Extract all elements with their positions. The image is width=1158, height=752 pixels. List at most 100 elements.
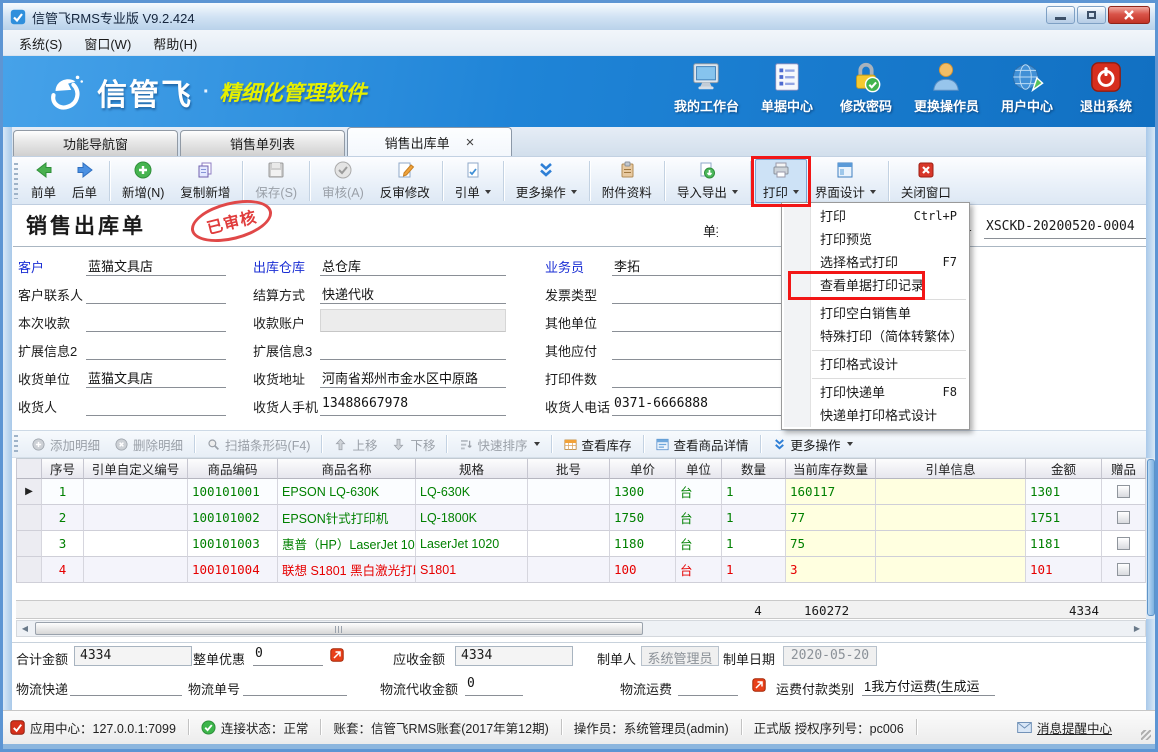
cell-unit[interactable]: 台 <box>676 505 722 531</box>
vertical-scrollbar[interactable] <box>1146 458 1156 619</box>
table-row[interactable]: 3100101003惠普（HP）LaserJet 1020LaserJet 10… <box>16 531 1146 557</box>
receipt-account-field[interactable] <box>320 309 506 332</box>
cell-batch[interactable] <box>528 479 610 505</box>
order-discount-calc-button[interactable] <box>330 648 344 662</box>
view-stock-button[interactable]: 查看库存 <box>556 433 639 456</box>
logistics-no-field[interactable] <box>243 673 347 696</box>
cell-ref_info[interactable] <box>876 557 1026 583</box>
menuitem-express-format-design[interactable]: 快递单打印格式设计 <box>782 404 969 427</box>
column-header-amount[interactable]: 金额 <box>1026 458 1102 479</box>
cell-price[interactable]: 100 <box>610 557 676 583</box>
table-row[interactable]: 4100101004联想 S1801 黑白激光打印机S1801100台13101 <box>16 557 1146 583</box>
gift-checkbox[interactable] <box>1117 485 1130 498</box>
menuitem-print-preview[interactable]: 打印预览 <box>782 228 969 251</box>
tab-sales-list[interactable]: 销售单列表 <box>180 130 345 156</box>
cell-ref_no[interactable] <box>84 505 188 531</box>
cell-stock[interactable]: 75 <box>786 531 876 557</box>
cell-code[interactable]: 100101004 <box>188 557 278 583</box>
change-password-button[interactable]: 修改密码 <box>830 60 902 115</box>
cell-no[interactable]: 2 <box>42 505 84 531</box>
order-discount-field[interactable]: 0 <box>253 643 323 666</box>
customer-contact-field[interactable] <box>86 281 226 304</box>
unapprove-edit-button[interactable]: 反审修改 <box>372 159 438 203</box>
tab-function-nav[interactable]: 功能导航窗 <box>13 130 178 156</box>
import-export-button[interactable]: 导入导出 <box>669 159 746 203</box>
cell-price[interactable]: 1180 <box>610 531 676 557</box>
cell-gift[interactable] <box>1102 531 1146 557</box>
cell-unit[interactable]: 台 <box>676 479 722 505</box>
cell-name[interactable]: 联想 S1801 黑白激光打印机 <box>278 557 416 583</box>
minimize-button[interactable] <box>1046 6 1075 24</box>
receiver-address-field[interactable]: 河南省郑州市金水区中原路 <box>320 365 506 388</box>
maximize-button[interactable] <box>1077 6 1106 24</box>
cell-no[interactable]: 1 <box>42 479 84 505</box>
column-header-ref_no[interactable]: 引单自定义编号 <box>84 458 188 479</box>
menuitem-print-blank-sales[interactable]: 打印空白销售单 <box>782 302 969 325</box>
cell-name[interactable]: EPSON LQ-630K <box>278 479 416 505</box>
scroll-right-arrow-icon[interactable]: ▶ <box>1130 623 1144 635</box>
menuitem-special-print[interactable]: 特殊打印（简体转繁体） <box>782 325 969 348</box>
logistics-freight-field[interactable] <box>678 673 738 696</box>
total-amount-field[interactable]: 4334 <box>74 646 192 666</box>
next-doc-button[interactable]: 后单 <box>64 159 105 203</box>
tab-sales-outbound[interactable]: 销售出库单× <box>347 127 512 156</box>
view-product-detail-button[interactable]: 查看商品详情 <box>648 433 756 456</box>
freight-pay-type-field[interactable]: 1我方付运费(生成运 <box>862 673 995 696</box>
gift-checkbox[interactable] <box>1117 563 1130 576</box>
ext-info3-field[interactable] <box>320 337 506 360</box>
doc-no-field[interactable]: XSCKD-20200520-0004 <box>984 217 1146 239</box>
menuitem-print-select-format[interactable]: 选择格式打印F7 <box>782 251 969 274</box>
cell-unit[interactable]: 台 <box>676 557 722 583</box>
horizontal-scrollbar[interactable]: ◀ ▶ <box>16 620 1146 637</box>
cell-stock[interactable]: 160117 <box>786 479 876 505</box>
column-header-name[interactable]: 商品名称 <box>278 458 416 479</box>
menubar-item-window[interactable]: 窗口(W) <box>73 31 142 56</box>
table-row[interactable]: 2100101002EPSON针式打印机LQ-1800K1750台1771751 <box>16 505 1146 531</box>
cell-spec[interactable]: LaserJet 1020 <box>416 531 528 557</box>
document-center-button[interactable]: 单据中心 <box>751 60 823 115</box>
menuitem-view-print-records[interactable]: 查看单据打印记录 <box>782 274 969 297</box>
column-header-unit[interactable]: 单位 <box>676 458 722 479</box>
user-center-button[interactable]: 用户中心 <box>991 60 1063 115</box>
logistics-express-field[interactable] <box>70 673 182 696</box>
pull-doc-button[interactable]: 引单 <box>447 159 499 203</box>
tab-close-icon[interactable]: × <box>466 135 475 150</box>
gift-checkbox[interactable] <box>1117 537 1130 550</box>
receiver-mobile-field[interactable]: 13488667978 <box>320 393 506 416</box>
close-window-button[interactable]: 关闭窗口 <box>893 159 959 203</box>
cell-no[interactable]: 4 <box>42 557 84 583</box>
column-header-price[interactable]: 单价 <box>610 458 676 479</box>
column-header-no[interactable]: 序号 <box>42 458 84 479</box>
my-workbench-button[interactable]: 我的工作台 <box>669 60 744 115</box>
cell-gift[interactable] <box>1102 505 1146 531</box>
cell-stock[interactable]: 77 <box>786 505 876 531</box>
menubar-item-help[interactable]: 帮助(H) <box>142 31 208 56</box>
cell-unit[interactable]: 台 <box>676 531 722 557</box>
column-header-ref_info[interactable]: 引单信息 <box>876 458 1026 479</box>
receiver-company-field[interactable]: 蓝猫文具店 <box>86 365 226 388</box>
receiver-field[interactable] <box>86 393 226 416</box>
cell-ref_info[interactable] <box>876 479 1026 505</box>
column-header-gift[interactable]: 赠品 <box>1102 458 1146 479</box>
add-new-button[interactable]: 新增(N) <box>114 159 172 203</box>
cell-qty[interactable]: 1 <box>722 531 786 557</box>
menuitem-print[interactable]: 打印Ctrl+P <box>782 205 969 228</box>
cell-amount[interactable]: 1751 <box>1026 505 1102 531</box>
column-header-qty[interactable]: 数量 <box>722 458 786 479</box>
cell-amount[interactable]: 1301 <box>1026 479 1102 505</box>
cell-gift[interactable] <box>1102 557 1146 583</box>
more-actions-button[interactable]: 更多操作 <box>508 159 585 203</box>
menuitem-print-format-design[interactable]: 打印格式设计 <box>782 353 969 376</box>
column-header-batch[interactable]: 批号 <box>528 458 610 479</box>
exit-system-button[interactable]: 退出系统 <box>1070 60 1142 115</box>
customer-field[interactable]: 蓝猫文具店 <box>86 253 226 276</box>
cell-code[interactable]: 100101002 <box>188 505 278 531</box>
settle-method-field[interactable]: 快递代收 <box>320 281 506 304</box>
print-button[interactable]: 打印 <box>755 159 807 203</box>
status-message-center[interactable]: 消息提醒中心 <box>1017 718 1112 737</box>
column-header-stock[interactable]: 当前库存数量 <box>786 458 876 479</box>
current-receipt-field[interactable] <box>86 309 226 332</box>
cell-spec[interactable]: LQ-630K <box>416 479 528 505</box>
cell-batch[interactable] <box>528 531 610 557</box>
receivable-amount-field[interactable]: 4334 <box>455 646 573 666</box>
